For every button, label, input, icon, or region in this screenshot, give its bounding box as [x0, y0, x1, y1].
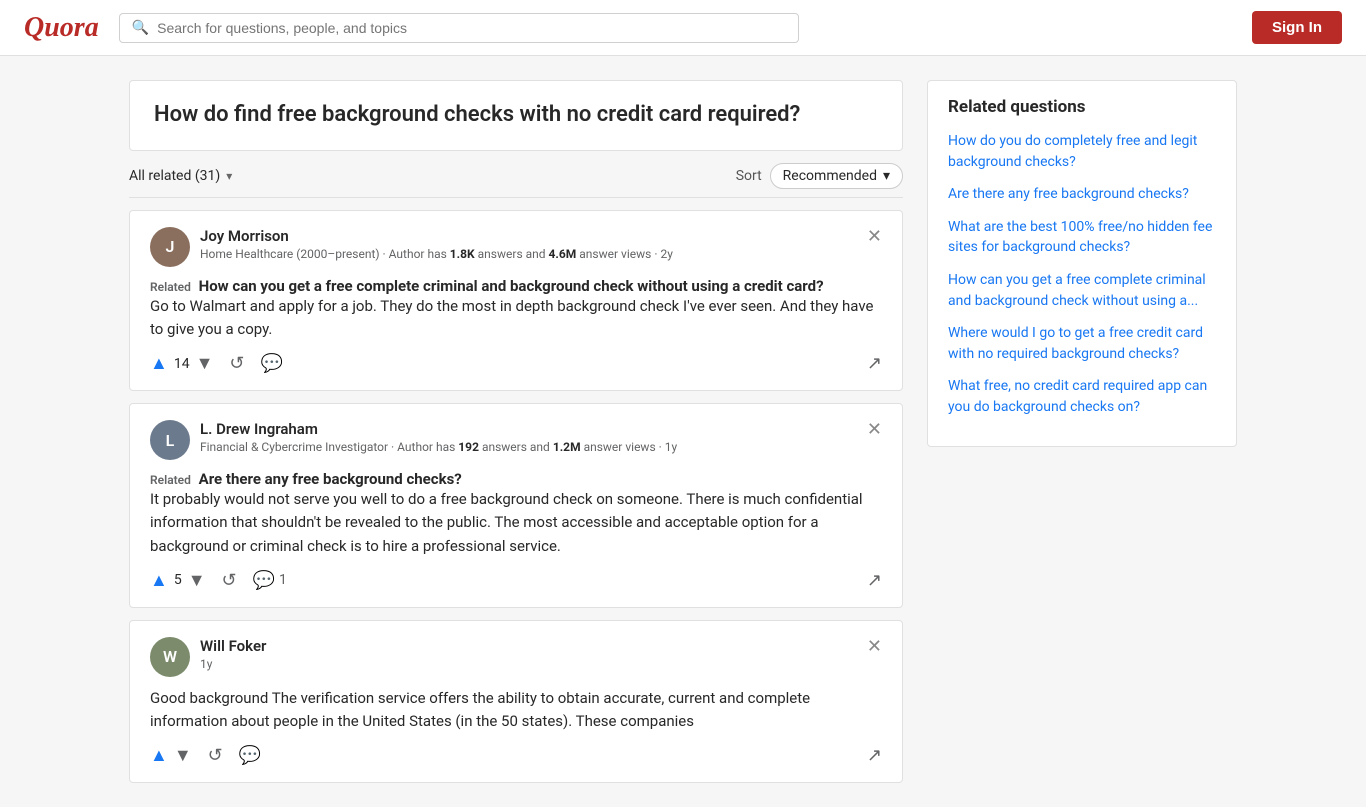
- related-question-item: How do you do completely free and legit …: [948, 131, 1216, 172]
- vote-count: 14: [174, 356, 190, 372]
- author-left: J Joy Morrison Home Healthcare (2000–pre…: [150, 227, 673, 267]
- comment-button[interactable]: 💬: [239, 745, 261, 766]
- related-questions-title: Related questions: [948, 97, 1216, 117]
- related-question-item: Are there any free background checks?: [948, 184, 1216, 205]
- related-question-link[interactable]: Are there any free background checks?: [948, 186, 1189, 202]
- header-right: Sign In: [1252, 11, 1342, 44]
- related-badge: Related: [150, 473, 191, 487]
- avatar: L: [150, 420, 190, 460]
- answers-header: All related (31) ▾ Sort Recommended ▾: [129, 151, 903, 198]
- chevron-down-icon: ▾: [226, 169, 232, 183]
- author-row: W Will Foker 1y ✕: [150, 637, 882, 677]
- author-left: L L. Drew Ingraham Financial & Cybercrim…: [150, 420, 677, 460]
- close-answer-button[interactable]: ✕: [867, 420, 882, 438]
- author-name[interactable]: Will Foker: [200, 637, 266, 655]
- avatar: J: [150, 227, 190, 267]
- action-bar: ▲ ▼ ↺ 💬 ↗: [150, 745, 882, 766]
- external-share-button[interactable]: ↗: [867, 745, 882, 766]
- related-question-item: What are the best 100% free/no hidden fe…: [948, 217, 1216, 258]
- downvote-button[interactable]: ▼: [174, 745, 192, 766]
- vote-count: 5: [174, 572, 182, 588]
- question-block: How do find free background checks with …: [129, 80, 903, 151]
- author-info: L. Drew Ingraham Financial & Cybercrime …: [200, 420, 677, 454]
- header: Quora 🔍 Sign In: [0, 0, 1366, 56]
- page-container: How do find free background checks with …: [113, 56, 1253, 807]
- question-title: How do find free background checks with …: [154, 101, 878, 130]
- answer-text: Go to Walmart and apply for a job. They …: [150, 295, 882, 342]
- related-question-item: What free, no credit card required app c…: [948, 376, 1216, 417]
- share-button[interactable]: ↺: [229, 353, 244, 374]
- related-question-text: Are there any free background checks?: [199, 470, 462, 488]
- sort-section: Sort Recommended ▾: [736, 163, 903, 189]
- close-answer-button[interactable]: ✕: [867, 637, 882, 655]
- author-info: Will Foker 1y: [200, 637, 266, 671]
- answer-card: W Will Foker 1y ✕ Good background The ve…: [129, 620, 903, 784]
- related-question-link[interactable]: What free, no credit card required app c…: [948, 378, 1207, 415]
- comment-button[interactable]: 💬: [261, 353, 283, 374]
- avatar: W: [150, 637, 190, 677]
- answer-card: L L. Drew Ingraham Financial & Cybercrim…: [129, 403, 903, 608]
- search-bar: 🔍: [119, 13, 799, 43]
- quora-logo[interactable]: Quora: [24, 12, 99, 44]
- related-question-link[interactable]: How do you do completely free and legit …: [948, 133, 1197, 170]
- vote-section: ▲ 14 ▼: [150, 353, 213, 374]
- author-left: W Will Foker 1y: [150, 637, 266, 677]
- author-name[interactable]: L. Drew Ingraham: [200, 420, 677, 438]
- all-related-label: All related (31): [129, 168, 220, 184]
- sidebar: Related questions How do you do complete…: [927, 80, 1237, 783]
- sort-label: Sort: [736, 168, 762, 184]
- answer-text: It probably would not serve you well to …: [150, 488, 882, 558]
- main-content: How do find free background checks with …: [129, 80, 903, 783]
- action-bar: ▲ 14 ▼ ↺ 💬 ↗: [150, 353, 882, 374]
- downvote-button[interactable]: ▼: [188, 570, 206, 591]
- sign-in-button[interactable]: Sign In: [1252, 11, 1342, 44]
- author-info: Joy Morrison Home Healthcare (2000–prese…: [200, 227, 673, 261]
- author-row: J Joy Morrison Home Healthcare (2000–pre…: [150, 227, 882, 267]
- upvote-button[interactable]: ▲: [150, 570, 168, 591]
- close-answer-button[interactable]: ✕: [867, 227, 882, 245]
- all-related-dropdown[interactable]: All related (31) ▾: [129, 168, 232, 184]
- share-button[interactable]: ↺: [208, 745, 223, 766]
- recommended-label: Recommended: [783, 168, 877, 184]
- answer-text: Good background The verification service…: [150, 687, 882, 734]
- related-questions-box: Related questions How do you do complete…: [927, 80, 1237, 447]
- answer-card: J Joy Morrison Home Healthcare (2000–pre…: [129, 210, 903, 392]
- share-button[interactable]: ↺: [222, 570, 237, 591]
- author-meta: 1y: [200, 657, 266, 671]
- sort-dropdown[interactable]: Recommended ▾: [770, 163, 903, 189]
- external-share-button[interactable]: ↗: [867, 353, 882, 374]
- comment-button[interactable]: 💬: [253, 570, 275, 591]
- related-question-block: Related Are there any free background ch…: [150, 470, 882, 488]
- related-question-block: Related How can you get a free complete …: [150, 277, 882, 295]
- comment-count: 1: [279, 572, 287, 588]
- downvote-button[interactable]: ▼: [196, 353, 214, 374]
- related-question-text: How can you get a free complete criminal…: [199, 277, 824, 295]
- author-meta: Financial & Cybercrime Investigator · Au…: [200, 440, 677, 454]
- chevron-down-icon: ▾: [883, 168, 890, 184]
- search-input[interactable]: [157, 20, 786, 36]
- related-question-item: How can you get a free complete criminal…: [948, 270, 1216, 311]
- author-name[interactable]: Joy Morrison: [200, 227, 673, 245]
- search-icon: 🔍: [132, 20, 149, 36]
- comment-section: 💬 1: [253, 570, 287, 591]
- related-question-link[interactable]: What are the best 100% free/no hidden fe…: [948, 219, 1212, 256]
- vote-section: ▲ 5 ▼: [150, 570, 206, 591]
- action-bar: ▲ 5 ▼ ↺ 💬 1 ↗: [150, 570, 882, 591]
- related-question-link[interactable]: How can you get a free complete criminal…: [948, 272, 1206, 309]
- author-meta: Home Healthcare (2000–present) · Author …: [200, 247, 673, 261]
- related-question-link[interactable]: Where would I go to get a free credit ca…: [948, 325, 1203, 362]
- external-share-button[interactable]: ↗: [867, 570, 882, 591]
- author-row: L L. Drew Ingraham Financial & Cybercrim…: [150, 420, 882, 460]
- upvote-button[interactable]: ▲: [150, 353, 168, 374]
- related-badge: Related: [150, 280, 191, 294]
- upvote-button[interactable]: ▲: [150, 745, 168, 766]
- related-question-item: Where would I go to get a free credit ca…: [948, 323, 1216, 364]
- vote-section: ▲ ▼: [150, 745, 192, 766]
